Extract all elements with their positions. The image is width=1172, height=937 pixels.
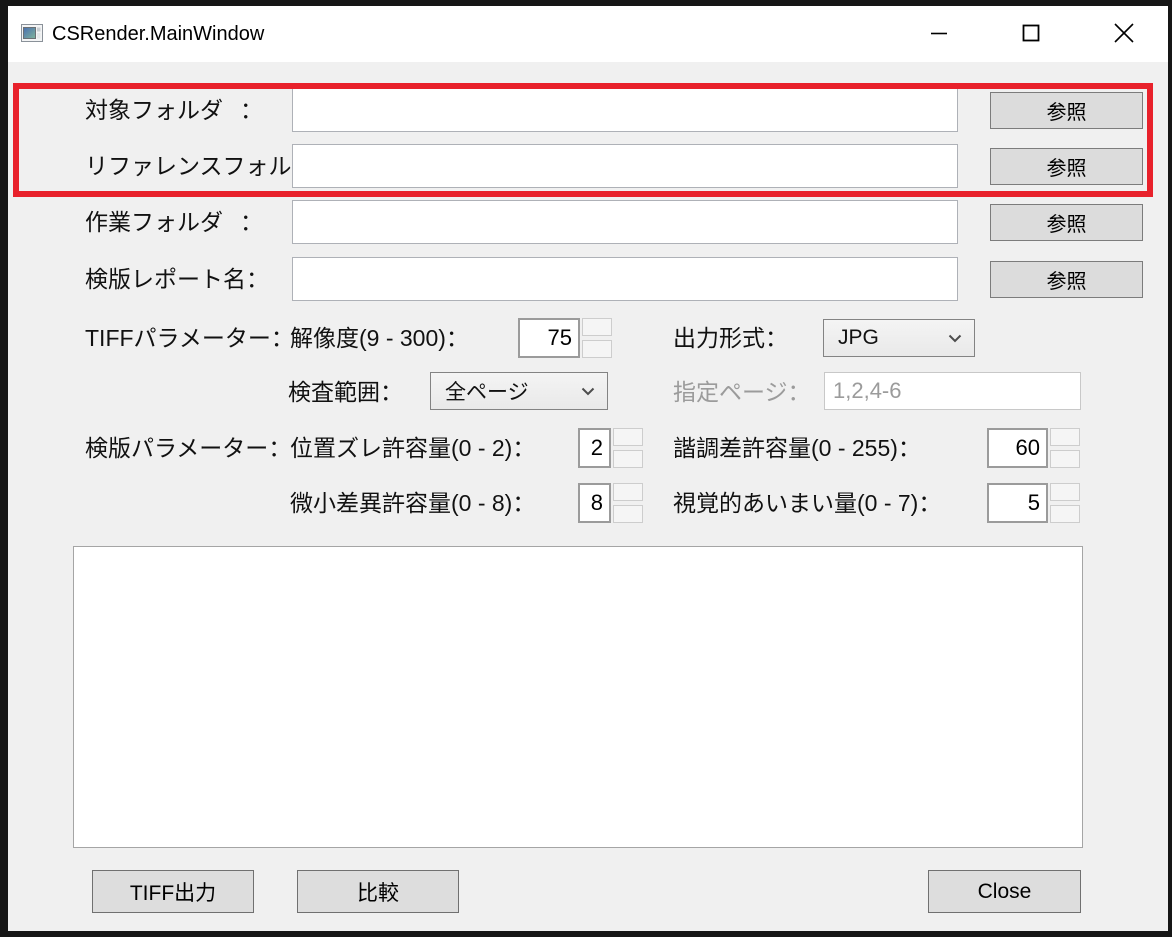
tone-spin-down-button[interactable]	[1050, 450, 1080, 468]
reference-folder-browse-button[interactable]: 参照	[990, 148, 1143, 185]
label-text: 作業フォルダ	[85, 200, 223, 244]
visual-spin-down-button[interactable]	[1050, 505, 1080, 523]
page-spec-label: 指定ページ：	[673, 372, 811, 412]
inspection-section-label: 検版パラメーター ：	[85, 428, 263, 468]
position-spin-up-button[interactable]	[613, 428, 643, 446]
target-folder-label: 対象フォルダ ：	[85, 88, 263, 132]
page-spec-input[interactable]	[824, 372, 1081, 410]
label-text: TIFFパラメーター	[85, 318, 271, 358]
maximize-icon	[1021, 23, 1041, 46]
minor-spin-up-button[interactable]	[613, 483, 643, 501]
label-colon: ：	[268, 428, 291, 468]
minimize-button[interactable]	[908, 6, 970, 62]
tone-tolerance-input[interactable]	[987, 428, 1048, 468]
output-format-select[interactable]: JPG	[823, 319, 975, 357]
report-name-browse-button[interactable]: 参照	[990, 261, 1143, 298]
label-text: 対象フォルダ	[85, 88, 223, 132]
visual-fuzziness-input[interactable]	[987, 483, 1048, 523]
target-folder-input[interactable]	[292, 88, 958, 132]
tiff-output-button[interactable]: TIFF出力	[92, 870, 254, 913]
position-tolerance-input[interactable]	[578, 428, 611, 468]
scan-range-select[interactable]: 全ページ	[430, 372, 608, 410]
resolution-label: 解像度(9 - 300)：	[290, 318, 469, 358]
tiff-section-label: TIFFパラメーター ：	[85, 318, 263, 358]
label-colon: ：	[246, 257, 269, 301]
app-icon	[21, 24, 43, 47]
label-colon: ：	[240, 88, 263, 132]
tone-tolerance-label: 諧調差許容量(0 - 255)：	[673, 428, 921, 468]
report-name-label: 検版レポート名 ：	[85, 257, 263, 301]
resolution-spin-up-button[interactable]	[582, 318, 612, 336]
report-name-input[interactable]	[292, 257, 958, 301]
output-format-value: JPG	[838, 326, 879, 350]
reference-folder-input[interactable]	[292, 144, 958, 188]
close-icon	[1113, 22, 1135, 47]
visual-fuzziness-label: 視覚的あいまい量(0 - 7)：	[673, 483, 941, 523]
window-title: CSRender.MainWindow	[52, 6, 264, 62]
work-folder-label: 作業フォルダ ：	[85, 200, 263, 244]
label-text: 検版レポート名	[85, 257, 246, 301]
work-folder-input[interactable]	[292, 200, 958, 244]
chevron-down-icon	[581, 387, 595, 396]
minor-spin-down-button[interactable]	[613, 505, 643, 523]
reference-folder-label: リファレンスフォルダ ：	[85, 144, 263, 188]
label-text: リファレンスフォルダ	[85, 144, 315, 188]
visual-spin-up-button[interactable]	[1050, 483, 1080, 501]
work-folder-browse-button[interactable]: 参照	[990, 204, 1143, 241]
resolution-spin-down-button[interactable]	[582, 340, 612, 358]
resolution-input[interactable]	[518, 318, 580, 358]
minimize-icon	[929, 23, 949, 46]
log-area[interactable]	[73, 546, 1083, 848]
close-button[interactable]	[1093, 6, 1155, 62]
maximize-button[interactable]	[1000, 6, 1062, 62]
minor-diff-tolerance-input[interactable]	[578, 483, 611, 523]
label-colon: ：	[240, 200, 263, 244]
label-text: 検版パラメーター	[85, 428, 268, 468]
tone-spin-up-button[interactable]	[1050, 428, 1080, 446]
position-tolerance-label: 位置ズレ許容量(0 - 2)：	[290, 428, 535, 468]
scan-range-value: 全ページ	[445, 376, 529, 406]
chevron-down-icon	[948, 334, 962, 343]
output-format-label: 出力形式：	[673, 318, 788, 358]
target-folder-browse-button[interactable]: 参照	[990, 92, 1143, 129]
position-spin-down-button[interactable]	[613, 450, 643, 468]
close-action-button[interactable]: Close	[928, 870, 1081, 913]
scan-range-label: 検査範囲：	[288, 372, 403, 412]
compare-button[interactable]: 比較	[297, 870, 459, 913]
minor-diff-tolerance-label: 微小差異許容量(0 - 8)：	[290, 483, 535, 523]
